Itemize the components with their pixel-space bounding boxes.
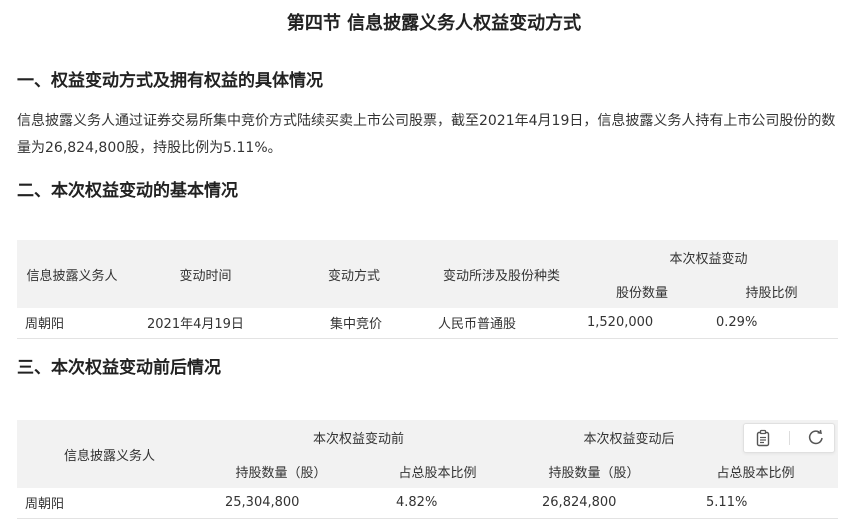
header-share-quantity: 股份数量 bbox=[579, 274, 705, 308]
table-row: 周朝阳 25,304,800 4.82% 26,824,800 5.11% bbox=[17, 488, 839, 519]
section-heading-2: 二、本次权益变动的基本情况 bbox=[17, 181, 238, 201]
cell-after-ratio: 5.11% bbox=[673, 488, 839, 519]
section-heading-1: 一、权益变动方式及拥有权益的具体情况 bbox=[17, 71, 323, 91]
cell-holder: 周朝阳 bbox=[17, 488, 202, 519]
cell-change-time: 2021年4月19日 bbox=[127, 308, 284, 339]
cell-after-shares: 26,824,800 bbox=[515, 488, 674, 519]
cell-share-class: 人民币普通股 bbox=[424, 308, 579, 339]
header-holder: 信息披露义务人 bbox=[17, 420, 202, 488]
cell-before-shares: 25,304,800 bbox=[202, 488, 360, 519]
toolbar-divider bbox=[788, 431, 790, 445]
cell-change-method: 集中竞价 bbox=[284, 308, 424, 339]
page-title: 第四节 信息披露义务人权益变动方式 bbox=[286, 13, 582, 34]
header-after-ratio: 占总股本比例 bbox=[673, 454, 839, 488]
header-after-shares: 持股数量（股） bbox=[515, 454, 674, 488]
refresh-icon[interactable] bbox=[805, 427, 827, 449]
clipboard-icon[interactable] bbox=[752, 427, 774, 449]
section-heading-3: 三、本次权益变动前后情况 bbox=[17, 358, 221, 378]
header-before-ratio: 占总股本比例 bbox=[360, 454, 516, 488]
cell-before-ratio: 4.82% bbox=[360, 488, 516, 519]
table-toolbar bbox=[743, 423, 835, 453]
header-before-group: 本次权益变动前 bbox=[202, 420, 516, 454]
cell-share-quantity: 1,520,000 bbox=[579, 308, 705, 339]
header-holding-ratio: 持股比例 bbox=[705, 274, 839, 308]
header-holder: 信息披露义务人 bbox=[17, 240, 127, 308]
header-share-class: 变动所涉及股份种类 bbox=[424, 240, 579, 308]
header-change-time: 变动时间 bbox=[127, 240, 284, 308]
section-paragraph-1: 信息披露义务人通过证券交易所集中竞价方式陆续买卖上市公司股票，截至2021年4月… bbox=[17, 113, 836, 156]
header-before-shares: 持股数量（股） bbox=[202, 454, 360, 488]
basic-change-table: 信息披露义务人 变动时间 变动方式 变动所涉及股份种类 本次权益变动 股份数量 … bbox=[17, 240, 839, 339]
cell-holding-ratio: 0.29% bbox=[705, 308, 839, 339]
before-after-table: 信息披露义务人 本次权益变动前 本次权益变动后 持股数量（股） 占总股本比例 持… bbox=[17, 420, 839, 519]
cell-holder: 周朝阳 bbox=[17, 308, 127, 339]
table-row: 周朝阳 2021年4月19日 集中竞价 人民币普通股 1,520,000 0.2… bbox=[17, 308, 839, 339]
header-change-group: 本次权益变动 bbox=[579, 240, 839, 274]
header-change-method: 变动方式 bbox=[284, 240, 424, 308]
